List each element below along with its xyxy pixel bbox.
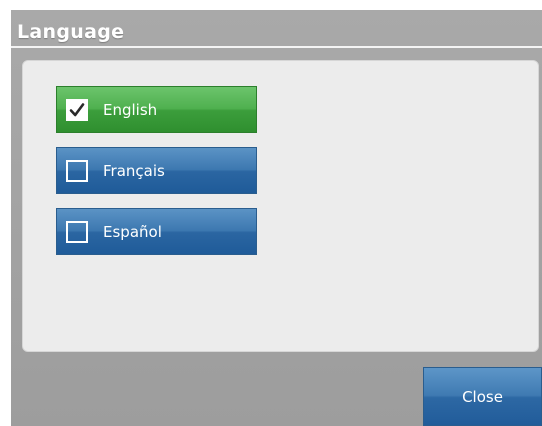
language-panel: English Français Español <box>22 60 539 352</box>
close-button-label: Close <box>462 387 503 406</box>
language-option-espanol[interactable]: Español <box>56 208 257 255</box>
checkbox-unchecked-icon <box>66 159 88 182</box>
language-label: English <box>103 100 158 119</box>
title-divider <box>11 46 542 48</box>
checkbox-unchecked-icon <box>66 220 88 243</box>
language-option-francais[interactable]: Français <box>56 147 257 194</box>
dialog-title: Language <box>17 21 125 43</box>
language-option-english[interactable]: English <box>56 86 257 133</box>
language-label: Français <box>103 161 165 180</box>
language-dialog: Language English Français Español Close <box>11 10 542 426</box>
close-button[interactable]: Close <box>423 367 542 426</box>
language-label: Español <box>103 222 162 241</box>
checkbox-checked-icon <box>66 98 88 121</box>
